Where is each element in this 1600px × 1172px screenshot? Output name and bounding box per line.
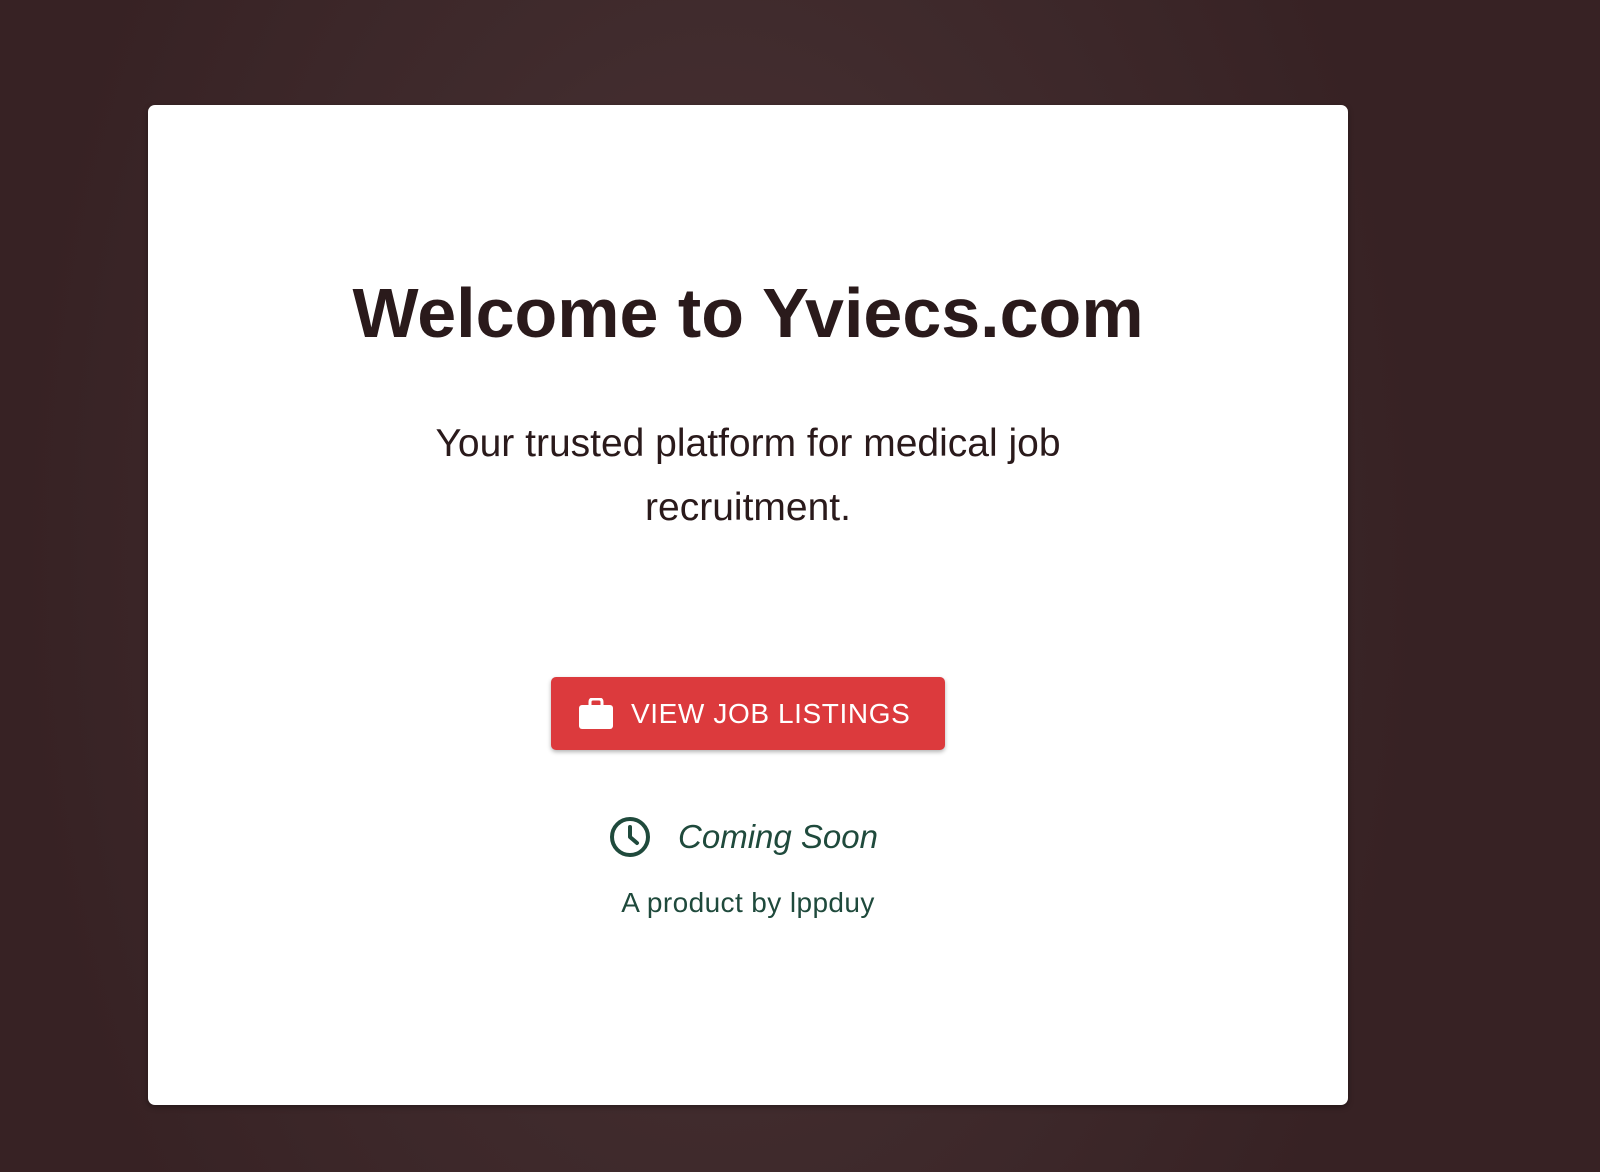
product-credit: A product by lppduy <box>621 887 875 918</box>
briefcase-icon <box>578 697 614 730</box>
welcome-card: Welcome to Yviecs.com Your trusted platf… <box>148 105 1348 1105</box>
tagline: Your trusted platform for medical job re… <box>435 422 1061 529</box>
view-job-listings-button[interactable]: VIEW JOB LISTINGS <box>551 677 945 750</box>
coming-soon-text: Coming Soon <box>678 818 878 855</box>
view-job-listings-label: VIEW JOB LISTINGS <box>631 697 911 729</box>
page-title: Welcome to Yviecs.com <box>352 274 1144 352</box>
clock-icon <box>608 815 652 859</box>
coming-soon-status: Coming Soon <box>148 815 1348 859</box>
